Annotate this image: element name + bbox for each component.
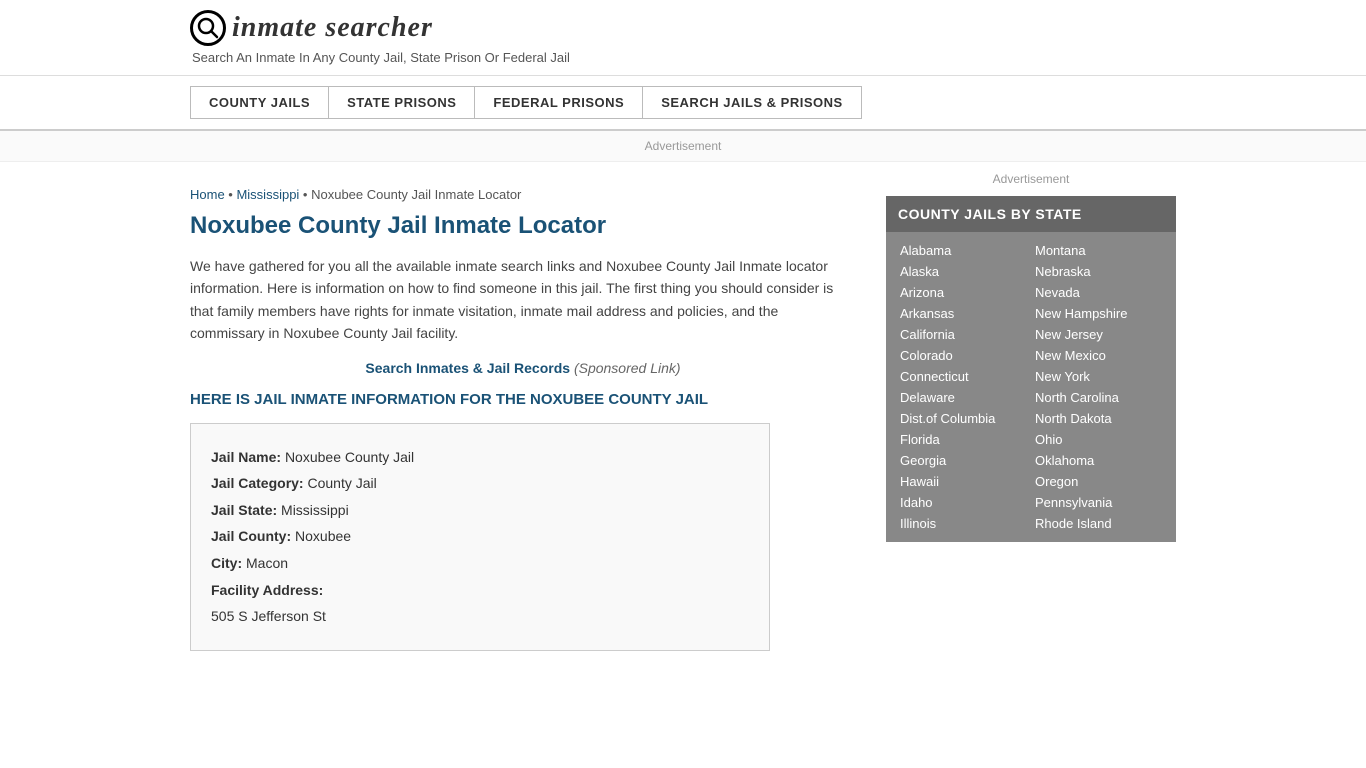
state-link-hawaii[interactable]: Hawaii (896, 471, 1031, 492)
page-description: We have gathered for you all the availab… (190, 255, 856, 345)
nav-link-search[interactable]: SEARCH JAILS & PRISONS (642, 86, 861, 119)
breadcrumb: Home • Mississippi • Noxubee County Jail… (190, 187, 856, 202)
state-link-rhode-island[interactable]: Rhode Island (1031, 513, 1166, 534)
jail-address-row: Facility Address: 505 S Jefferson St (211, 577, 749, 630)
jail-name-value: Noxubee County Jail (285, 449, 414, 465)
jail-city-value: Macon (246, 555, 288, 571)
nav-item-search[interactable]: SEARCH JAILS & PRISONS (642, 86, 860, 119)
ad-bar: Advertisement (0, 131, 1366, 162)
jail-county-value: Noxubee (295, 528, 351, 544)
jail-address-label: Facility Address: (211, 582, 323, 598)
jail-category-label: Jail Category: (211, 475, 304, 491)
search-inmates-link[interactable]: Search Inmates & Jail Records (365, 360, 570, 376)
main-layout: Home • Mississippi • Noxubee County Jail… (0, 172, 1366, 651)
nav-item-federal-prisons[interactable]: FEDERAL PRISONS (474, 86, 642, 119)
breadcrumb-state[interactable]: Mississippi (236, 187, 299, 202)
nav-link-federal-prisons[interactable]: FEDERAL PRISONS (474, 86, 643, 119)
state-link-ohio[interactable]: Ohio (1031, 429, 1166, 450)
state-link-new-mexico[interactable]: New Mexico (1031, 345, 1166, 366)
state-link-alabama[interactable]: Alabama (896, 240, 1031, 261)
state-link-connecticut[interactable]: Connecticut (896, 366, 1031, 387)
nav-link-state-prisons[interactable]: STATE PRISONS (328, 86, 475, 119)
state-link-colorado[interactable]: Colorado (896, 345, 1031, 366)
state-link-pennsylvania[interactable]: Pennsylvania (1031, 492, 1166, 513)
sidebar-ad: Advertisement (886, 172, 1176, 186)
logo-text: inmate searcher (232, 12, 433, 44)
state-link-arkansas[interactable]: Arkansas (896, 303, 1031, 324)
county-jails-title: COUNTY JAILS BY STATE (886, 196, 1176, 232)
nav-item-state-prisons[interactable]: STATE PRISONS (328, 86, 474, 119)
state-link-georgia[interactable]: Georgia (896, 450, 1031, 471)
state-link-california[interactable]: California (896, 324, 1031, 345)
section-heading: HERE IS JAIL INMATE INFORMATION FOR THE … (190, 391, 856, 408)
nav-item-county-jails[interactable]: COUNTY JAILS (190, 86, 328, 119)
logo-area: inmate searcher (190, 10, 1176, 46)
state-link-new-york[interactable]: New York (1031, 366, 1166, 387)
sidebar: Advertisement COUNTY JAILS BY STATE Alab… (886, 172, 1176, 651)
state-link-north-carolina[interactable]: North Carolina (1031, 387, 1166, 408)
state-link-delaware[interactable]: Delaware (896, 387, 1031, 408)
logo-icon (190, 10, 226, 46)
jail-category-row: Jail Category: County Jail (211, 470, 749, 497)
state-link-idaho[interactable]: Idaho (896, 492, 1031, 513)
state-link-alaska[interactable]: Alaska (896, 261, 1031, 282)
state-link-new-jersey[interactable]: New Jersey (1031, 324, 1166, 345)
state-link-oklahoma[interactable]: Oklahoma (1031, 450, 1166, 471)
nav-link-county-jails[interactable]: COUNTY JAILS (190, 86, 329, 119)
jail-city-label: City: (211, 555, 242, 571)
search-link-area: Search Inmates & Jail Records (Sponsored… (190, 360, 856, 376)
breadcrumb-home[interactable]: Home (190, 187, 225, 202)
jail-county-label: Jail County: (211, 528, 291, 544)
state-link-illinois[interactable]: Illinois (896, 513, 1031, 534)
state-link-montana[interactable]: Montana (1031, 240, 1166, 261)
content-area: Home • Mississippi • Noxubee County Jail… (190, 172, 856, 651)
states-col2: MontanaNebraskaNevadaNew HampshireNew Je… (1031, 240, 1166, 534)
breadcrumb-current: Noxubee County Jail Inmate Locator (311, 187, 521, 202)
jail-category-value: County Jail (307, 475, 376, 491)
state-link-nebraska[interactable]: Nebraska (1031, 261, 1166, 282)
state-link-arizona[interactable]: Arizona (896, 282, 1031, 303)
state-link-florida[interactable]: Florida (896, 429, 1031, 450)
jail-name-label: Jail Name: (211, 449, 281, 465)
jail-state-row: Jail State: Mississippi (211, 497, 749, 524)
jail-name-row: Jail Name: Noxubee County Jail (211, 444, 749, 471)
state-link-north-dakota[interactable]: North Dakota (1031, 408, 1166, 429)
state-link-new-hampshire[interactable]: New Hampshire (1031, 303, 1166, 324)
sponsored-label: (Sponsored Link) (574, 360, 681, 376)
state-link-nevada[interactable]: Nevada (1031, 282, 1166, 303)
jail-address-value: 505 S Jefferson St (211, 603, 749, 630)
county-jails-box: COUNTY JAILS BY STATE AlabamaAlaskaArizo… (886, 196, 1176, 542)
tagline: Search An Inmate In Any County Jail, Sta… (192, 50, 1176, 65)
states-grid: AlabamaAlaskaArizonaArkansasCaliforniaCo… (886, 232, 1176, 542)
page-title: Noxubee County Jail Inmate Locator (190, 212, 856, 240)
state-link-distof-columbia[interactable]: Dist.of Columbia (896, 408, 1031, 429)
nav-bar: COUNTY JAILS STATE PRISONS FEDERAL PRISO… (0, 76, 1366, 131)
jail-info-box: Jail Name: Noxubee County Jail Jail Cate… (190, 423, 770, 651)
jail-city-row: City: Macon (211, 550, 749, 577)
jail-state-label: Jail State: (211, 502, 277, 518)
nav-list: COUNTY JAILS STATE PRISONS FEDERAL PRISO… (190, 86, 1176, 119)
state-link-oregon[interactable]: Oregon (1031, 471, 1166, 492)
jail-county-row: Jail County: Noxubee (211, 523, 749, 550)
jail-state-value: Mississippi (281, 502, 349, 518)
states-col1: AlabamaAlaskaArizonaArkansasCaliforniaCo… (896, 240, 1031, 534)
header: inmate searcher Search An Inmate In Any … (0, 0, 1366, 76)
